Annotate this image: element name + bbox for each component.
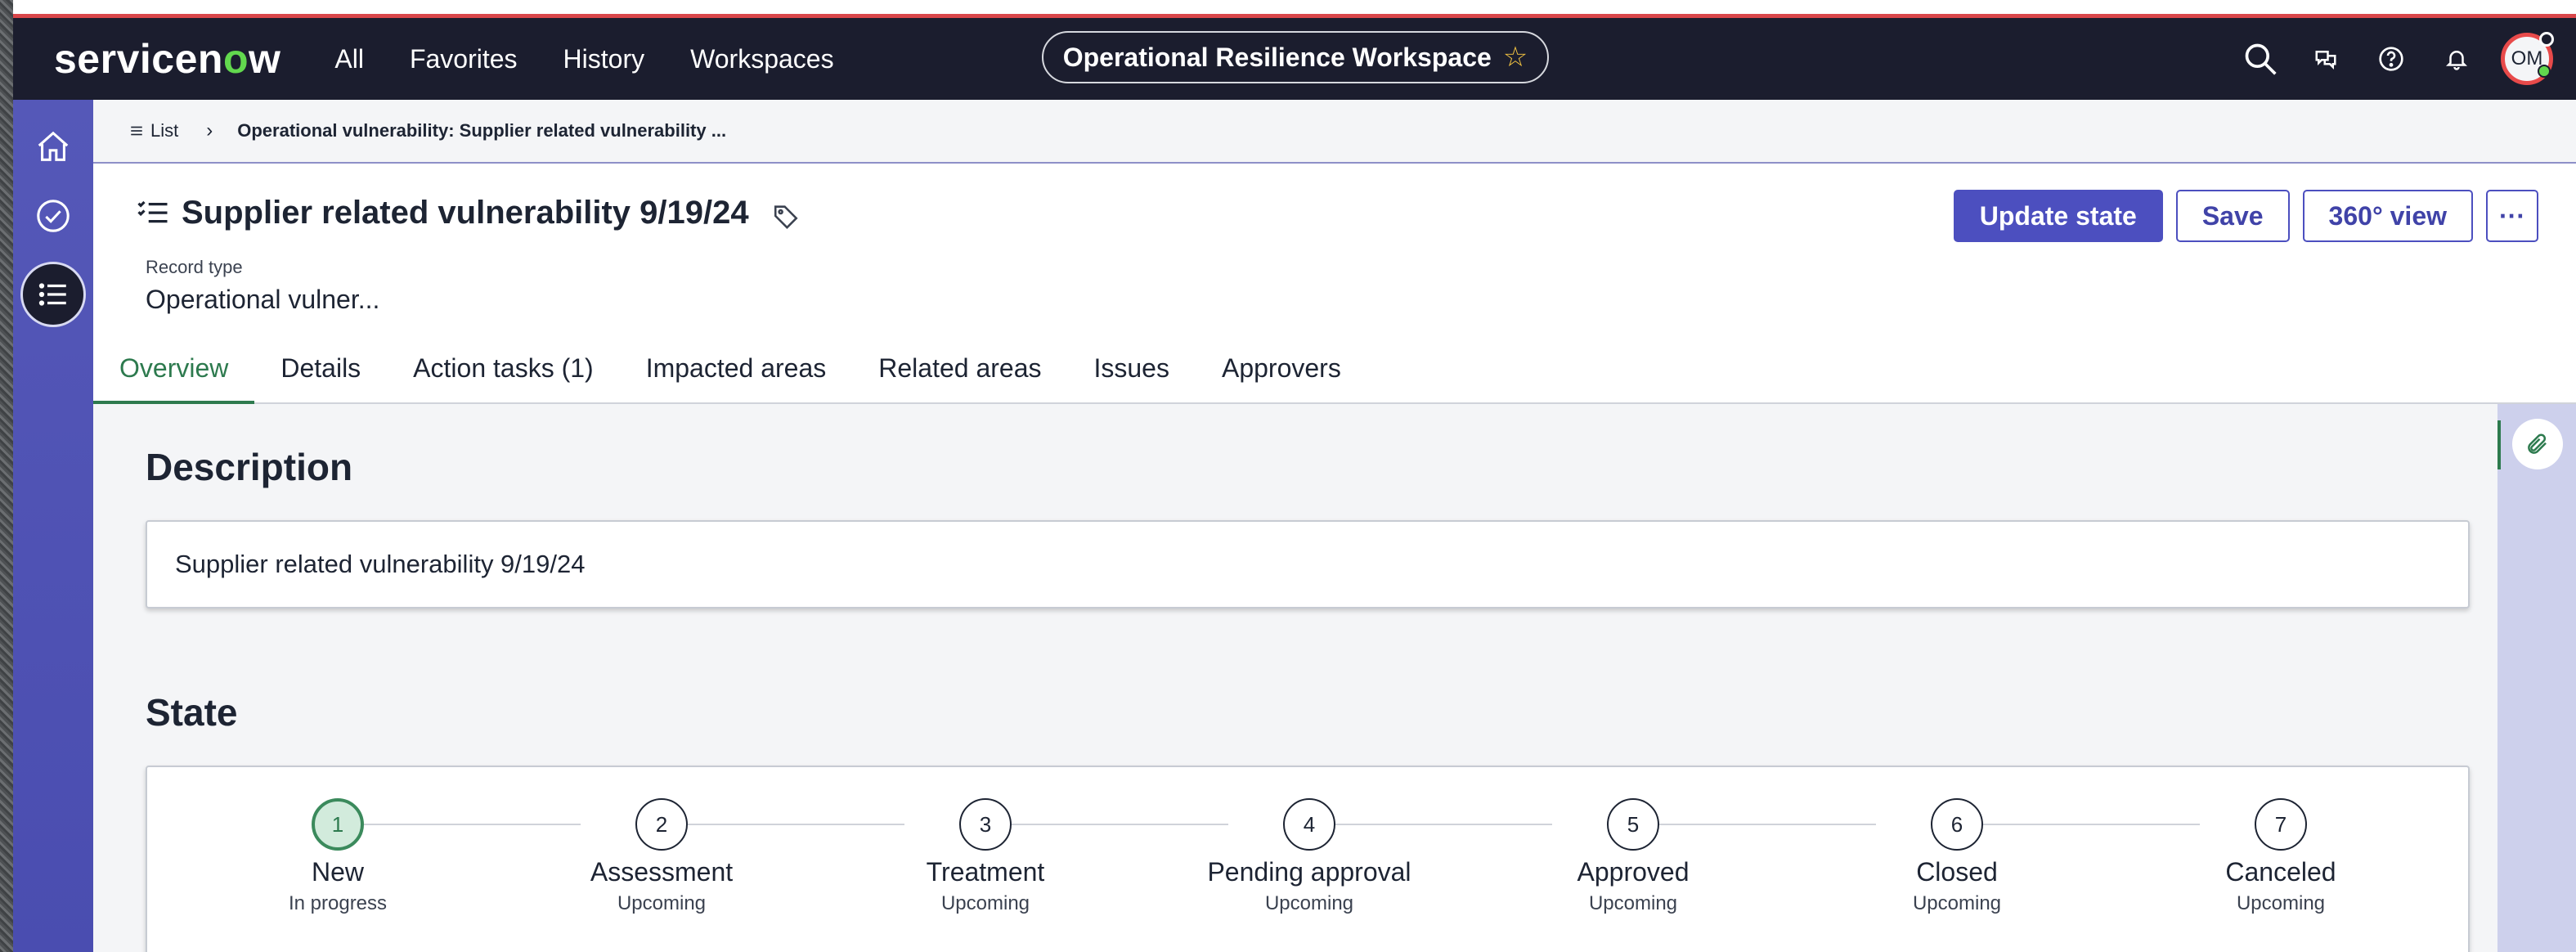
record-title-row: Supplier related vulnerability 9/19/24 — [136, 195, 800, 231]
bell-icon[interactable] — [2424, 26, 2489, 92]
state-step-approved[interactable]: 5 Approved Upcoming — [1510, 798, 1756, 915]
record-title: Supplier related vulnerability 9/19/24 — [182, 195, 749, 231]
top-accent-line — [13, 0, 2576, 18]
step-name: Treatment — [926, 857, 1045, 887]
more-actions-button[interactable]: ··· — [2486, 190, 2538, 242]
state-step-closed[interactable]: 6 Closed Upcoming — [1834, 798, 2080, 915]
state-card: 1 New In progress 2 Assessment Upcoming … — [146, 766, 2470, 952]
state-step-treatment[interactable]: 3 Treatment Upcoming — [863, 798, 1108, 915]
update-state-button[interactable]: Update state — [1953, 190, 2163, 242]
state-step-pending-approval[interactable]: 4 Pending approval Upcoming — [1187, 798, 1432, 915]
state-heading: State — [146, 691, 238, 734]
chat-icon[interactable] — [2293, 26, 2358, 92]
step-number: 5 — [1607, 798, 1659, 851]
chevron-right-icon: › — [206, 119, 213, 141]
workspace-title-pill[interactable]: Operational Resilience Workspace ☆ — [1042, 31, 1549, 83]
step-number: 7 — [2255, 798, 2307, 851]
step-status: Upcoming — [940, 892, 1030, 914]
step-name: Canceled — [2225, 857, 2336, 887]
tab-issues[interactable]: Issues — [1067, 345, 1195, 402]
workspace-title: Operational Resilience Workspace — [1062, 42, 1492, 72]
user-avatar[interactable]: OM — [2501, 32, 2554, 85]
nav-favorites[interactable]: Favorites — [410, 44, 518, 74]
list-lines-icon — [131, 126, 142, 136]
rail-active-indicator — [2497, 420, 2501, 469]
list-icon[interactable] — [20, 262, 86, 327]
overview-content: Description Supplier related vulnerabili… — [93, 404, 2497, 952]
breadcrumb: List › Operational vulnerability: Suppli… — [93, 100, 2576, 164]
step-name: New — [311, 857, 364, 887]
paperclip-icon[interactable] — [2512, 419, 2563, 469]
check-circle-icon[interactable] — [20, 183, 86, 249]
nav-workspaces[interactable]: Workspaces — [690, 44, 833, 74]
main-nav: All Favorites History Workspaces — [334, 44, 833, 74]
left-sidebar — [13, 100, 93, 952]
step-number: 6 — [1931, 798, 1983, 851]
presence-dot — [2538, 65, 2551, 78]
step-number: 3 — [959, 798, 1012, 851]
task-list-icon — [137, 200, 168, 222]
step-status: Upcoming — [1264, 892, 1354, 914]
tab-details[interactable]: Details — [254, 345, 387, 402]
top-header: servicenow All Favorites History Workspa… — [13, 18, 2576, 100]
step-status: Upcoming — [617, 892, 707, 914]
record-type-value: Operational vulner... — [146, 285, 380, 314]
help-icon[interactable] — [2358, 26, 2424, 92]
step-name: Assessment — [590, 857, 734, 887]
description-heading: Description — [146, 446, 353, 488]
state-stepper: 1 New In progress 2 Assessment Upcoming … — [147, 767, 2468, 952]
state-step-canceled[interactable]: 7 Canceled Upcoming — [2158, 798, 2403, 915]
step-status: Upcoming — [2236, 892, 2326, 914]
background-texture — [0, 0, 13, 952]
status-ring — [2539, 32, 2554, 47]
step-status: Upcoming — [1588, 892, 1678, 914]
step-number: 4 — [1283, 798, 1335, 851]
favorite-star-icon[interactable]: ☆ — [1503, 41, 1528, 74]
servicenow-logo[interactable]: servicenow — [54, 35, 280, 83]
home-icon[interactable] — [20, 115, 86, 180]
nav-all[interactable]: All — [334, 44, 364, 74]
save-button[interactable]: Save — [2175, 190, 2290, 242]
step-name: Closed — [1916, 857, 1998, 887]
tab-approvers[interactable]: Approvers — [1196, 345, 1367, 402]
step-status: In progress — [288, 892, 388, 914]
step-name: Pending approval — [1207, 857, 1411, 887]
tab-action-tasks[interactable]: Action tasks (1) — [387, 345, 620, 402]
tab-overview[interactable]: Overview — [93, 345, 255, 404]
view-360-button[interactable]: 360° view — [2302, 190, 2473, 242]
breadcrumb-list-link[interactable]: List — [129, 120, 178, 141]
step-number: 1 — [312, 798, 364, 851]
tag-icon[interactable] — [772, 202, 800, 230]
nav-history[interactable]: History — [563, 44, 645, 74]
record-header: Supplier related vulnerability 9/19/24 R… — [93, 164, 2576, 404]
record-type-label: Record type — [146, 257, 243, 277]
record-tabs: Overview Details Action tasks (1) Impact… — [93, 345, 1367, 404]
search-icon[interactable] — [2228, 26, 2293, 92]
step-number: 2 — [635, 798, 688, 851]
right-rail — [2497, 404, 2576, 952]
state-step-new[interactable]: 1 New In progress — [215, 798, 460, 915]
description-text: Supplier related vulnerability 9/19/24 — [175, 550, 586, 578]
tab-impacted-areas[interactable]: Impacted areas — [620, 345, 853, 402]
breadcrumb-current: Operational vulnerability: Supplier rela… — [237, 120, 727, 141]
header-icons: OM — [2228, 18, 2576, 100]
step-status: Upcoming — [1912, 892, 2002, 914]
record-actions: Update state Save 360° view ··· — [1953, 190, 2538, 242]
state-step-assessment[interactable]: 2 Assessment Upcoming — [539, 798, 784, 915]
app-window: servicenow All Favorites History Workspa… — [13, 0, 2576, 952]
tab-related-areas[interactable]: Related areas — [852, 345, 1067, 402]
description-card: Supplier related vulnerability 9/19/24 — [146, 520, 2470, 608]
step-name: Approved — [1577, 857, 1690, 887]
